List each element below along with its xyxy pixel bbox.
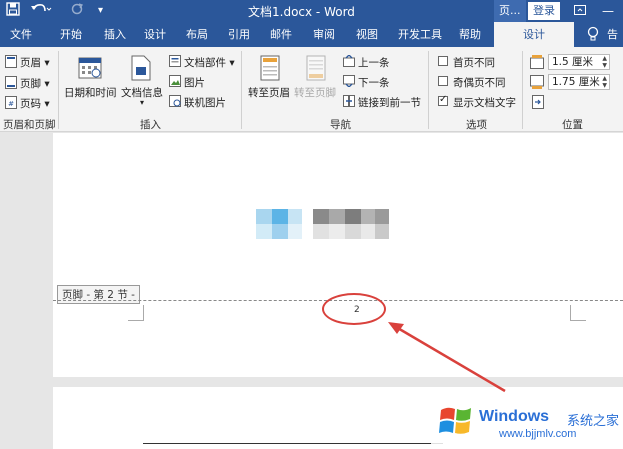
tab-view[interactable]: 视图 bbox=[350, 22, 384, 47]
footer-icon bbox=[5, 76, 17, 92]
tab-file[interactable]: 文件 bbox=[4, 22, 38, 47]
footer-label: 页脚 bbox=[20, 78, 41, 90]
page-number-label: 页码 bbox=[20, 98, 41, 110]
show-document-text-checkbox[interactable] bbox=[438, 94, 448, 106]
tab-home[interactable]: 开始 bbox=[54, 22, 88, 47]
tell-me-label[interactable]: 告 bbox=[607, 22, 618, 47]
link-icon bbox=[343, 95, 355, 110]
calendar-icon bbox=[78, 55, 102, 82]
previous-button[interactable]: 上一条 bbox=[358, 55, 390, 70]
spinner-arrows-icon[interactable]: ▲ ▼ bbox=[602, 75, 607, 89]
goto-footer-icon bbox=[306, 55, 326, 84]
redo-icon[interactable] bbox=[70, 2, 84, 22]
ribbon: 页眉 ▾ 页脚 ▾ # 页码 ▾ 页眉和页脚 日期和时间 文档信息 ▾ 文档部件… bbox=[0, 47, 623, 132]
footer-from-bottom-input[interactable]: 1.75 厘米 ▲ ▼ bbox=[548, 74, 610, 90]
group-divider bbox=[241, 51, 242, 129]
header-from-top-input[interactable]: 1.5 厘米 ▲ ▼ bbox=[548, 54, 610, 70]
group-divider bbox=[428, 51, 429, 129]
show-document-text-label: 显示文档文字 bbox=[453, 97, 516, 109]
different-first-page-label: 首页不同 bbox=[453, 57, 495, 69]
group-divider bbox=[58, 51, 59, 129]
svg-text:#: # bbox=[8, 100, 14, 108]
watermark-brand: Windows bbox=[479, 408, 550, 425]
context-tab-label: 页... bbox=[494, 0, 526, 22]
group-options-label: 选项 bbox=[466, 119, 487, 131]
tab-review[interactable]: 审阅 bbox=[307, 22, 341, 47]
different-odd-even-checkbox[interactable] bbox=[438, 76, 448, 86]
tab-references[interactable]: 引用 bbox=[222, 22, 256, 47]
save-icon[interactable] bbox=[6, 2, 20, 22]
different-odd-even-label: 奇偶页不同 bbox=[453, 77, 506, 89]
header-position-icon bbox=[530, 55, 544, 72]
group-navigation-label: 导航 bbox=[330, 119, 351, 131]
goto-header-icon bbox=[260, 55, 280, 84]
spinner-arrows-icon[interactable]: ▲ ▼ bbox=[602, 55, 607, 69]
online-picture-icon bbox=[169, 95, 181, 110]
previous-icon bbox=[343, 54, 355, 70]
online-picture-button[interactable]: 联机图片 bbox=[184, 95, 226, 110]
tab-design[interactable]: 设计 bbox=[138, 22, 172, 47]
picture-button[interactable]: 图片 bbox=[184, 75, 205, 90]
tab-header-footer-design[interactable]: 设计 bbox=[494, 22, 574, 47]
picture-icon bbox=[169, 75, 181, 90]
group-header-footer-label: 页眉和页脚 bbox=[3, 119, 56, 131]
chevron-down-icon[interactable]: ▾ bbox=[140, 98, 144, 107]
minimize-icon[interactable]: — bbox=[598, 0, 618, 22]
ribbon-display-icon[interactable] bbox=[570, 0, 590, 22]
goto-header-button[interactable]: 转至页眉 bbox=[248, 85, 290, 100]
header-from-top-value: 1.5 厘米 bbox=[552, 56, 594, 68]
window-title: 文档1.docx - Word bbox=[248, 5, 355, 19]
page-number-icon: # bbox=[5, 96, 17, 112]
lightbulb-icon[interactable] bbox=[586, 26, 600, 42]
header-icon bbox=[5, 55, 17, 71]
footer-from-bottom-value: 1.75 厘米 bbox=[552, 76, 600, 88]
tab-mailings[interactable]: 邮件 bbox=[264, 22, 298, 47]
tab-insert[interactable]: 插入 bbox=[98, 22, 132, 47]
goto-footer-button[interactable]: 转至页脚 bbox=[294, 85, 336, 100]
quick-parts-label: 文档部件 bbox=[184, 57, 226, 69]
customize-toolbar-icon[interactable]: ▾ bbox=[98, 2, 103, 20]
page-number-button[interactable]: 页码 ▾ bbox=[20, 96, 50, 111]
footer-button[interactable]: 页脚 ▾ bbox=[20, 76, 50, 91]
next-icon bbox=[343, 75, 355, 90]
watermark-url: www.bjjmlv.com bbox=[499, 428, 577, 440]
insert-alignment-tab-icon[interactable] bbox=[532, 95, 544, 112]
header-label: 页眉 bbox=[20, 57, 41, 69]
group-divider bbox=[522, 51, 523, 129]
quick-parts-button[interactable]: 文档部件 ▾ bbox=[184, 55, 235, 70]
watermark: Windows 系统之家 www.bjjmlv.com bbox=[431, 396, 623, 449]
watermark-brand-cn: 系统之家 bbox=[567, 414, 620, 429]
group-position-label: 位置 bbox=[562, 119, 583, 131]
document-info-icon bbox=[131, 55, 151, 84]
tab-developer[interactable]: 开发工具 bbox=[393, 22, 447, 47]
group-insert-label: 插入 bbox=[140, 119, 161, 131]
footer-position-icon bbox=[530, 75, 544, 92]
header-button[interactable]: 页眉 ▾ bbox=[20, 55, 50, 70]
different-first-page-checkbox[interactable] bbox=[438, 56, 448, 66]
date-time-button[interactable]: 日期和时间 bbox=[64, 85, 117, 100]
title-bar: ▾ 文档1.docx - Word 页... 登录 — bbox=[0, 0, 623, 22]
windows-logo-icon bbox=[439, 404, 473, 436]
link-to-previous-button[interactable]: 链接到前一节 bbox=[358, 95, 421, 110]
login-button[interactable]: 登录 bbox=[528, 2, 560, 20]
tab-layout[interactable]: 布局 bbox=[180, 22, 214, 47]
undo-icon[interactable] bbox=[30, 2, 52, 22]
next-button[interactable]: 下一条 bbox=[358, 75, 390, 90]
ribbon-tabs: 文件 开始 插入 设计 布局 引用 邮件 审阅 视图 开发工具 帮助 设计 告 bbox=[0, 22, 623, 47]
quick-parts-icon bbox=[169, 55, 181, 70]
tab-help[interactable]: 帮助 bbox=[452, 22, 488, 47]
